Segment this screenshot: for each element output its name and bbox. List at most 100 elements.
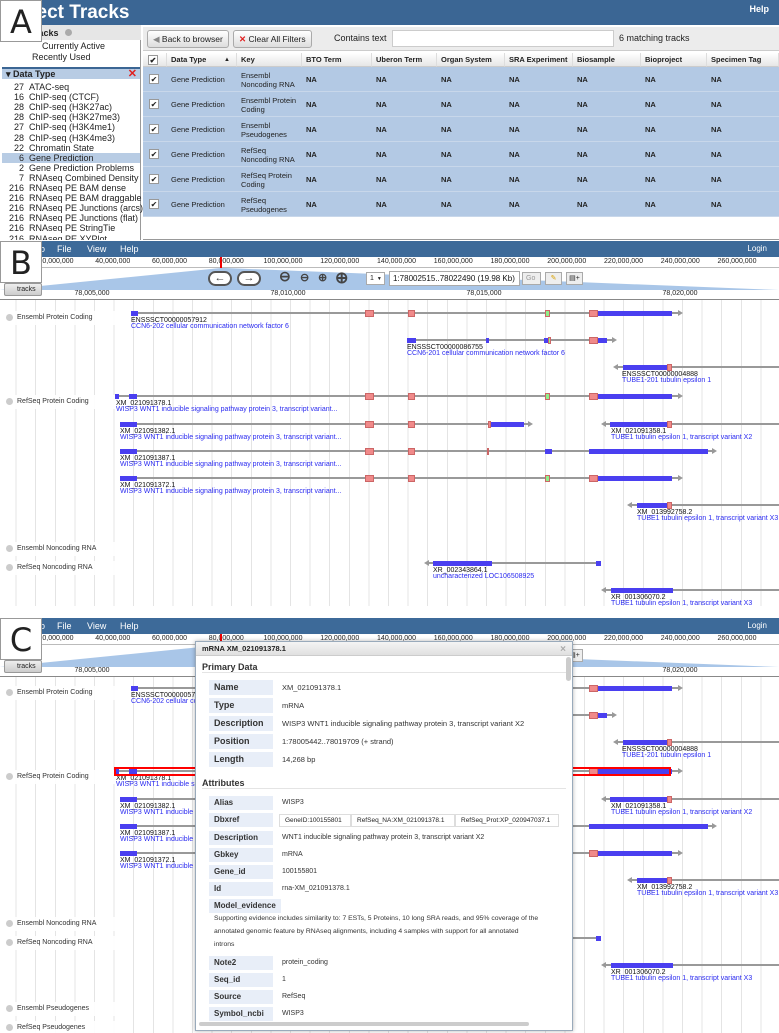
menu-help[interactable]: Help [120,621,139,631]
recently-used-link[interactable]: Recently Used [2,52,140,62]
feature-description[interactable]: TUBE1-201 tubulin epsilon 1 [622,752,711,759]
feature-description[interactable]: TUBE1 tubulin epsilon 1, transcript vari… [611,975,752,982]
track-label-ensembl-pseudogenes[interactable]: Ensembl Pseudogenes [3,1002,119,1016]
sidebar-item-rnaseq-pe-junctions-arcs-[interactable]: 216 RNAseq PE Junctions (arcs) [2,203,143,213]
facet-data-type-header[interactable]: ▾ Data Type ✕ [2,67,140,80]
table-row[interactable]: ✔ Gene Prediction RefSeq Pseudogenes NA NA NA… [143,192,779,217]
track-label-ensembl-protein-coding[interactable]: Ensembl Protein Coding [3,311,123,325]
row-checkbox[interactable]: ✔ [149,99,159,109]
select-all-checkbox[interactable]: ✔ [148,55,158,65]
column-header-organ-system[interactable]: Organ System [437,53,505,67]
back-to-browser-button[interactable]: ◀ Back to browser [147,30,229,48]
feature-description[interactable]: WISP3 WNT1 inducible signaling pathway p… [120,461,341,468]
feature-description[interactable]: WISP3 WNT1 inducible signaling pathway p… [116,406,337,413]
sidebar-item-chip-seq-h3k27ac-[interactable]: 28 ChIP-seq (H3K27ac) [2,102,140,112]
sidebar-item-rnaseq-combined-density[interactable]: 7 RNAseq Combined Density [2,173,140,183]
sidebar-item-rnaseq-pe-bam-dense[interactable]: 216 RNAseq PE BAM dense [2,183,140,193]
dbxref-value[interactable]: RefSeq_NA:XM_021091378.1 [351,814,455,827]
location-input[interactable]: 1:78002515..78022490 (19.98 Kb) [389,271,520,286]
track-label-refseq-noncoding-rna[interactable]: RefSeq Noncoding RNA [3,936,123,950]
menu-file[interactable]: File [57,244,72,254]
clear-filters-button[interactable]: ✕ Clear All Filters [233,30,312,48]
login-link[interactable]: Login [747,621,767,630]
row-checkbox[interactable]: ✔ [149,149,159,159]
close-icon[interactable]: × [560,643,566,657]
table-row[interactable]: ✔ Gene Prediction Ensembl Protein Coding NA… [143,92,779,117]
sort-ascending-icon[interactable]: ▲ [224,53,230,67]
feature-description[interactable]: WISP3 WNT1 inducible signaling pathway p… [120,434,341,441]
sidebar-item-chip-seq-h3k4me3-[interactable]: 28 ChIP-seq (H3K4me3) [2,133,140,143]
row-checkbox[interactable]: ✔ [149,174,159,184]
track-label-ensembl-protein-coding[interactable]: Ensembl Protein Coding [3,686,123,700]
feature-description[interactable]: TUBE1 tubulin epsilon 1, transcript vari… [637,515,778,522]
column-header-biosample[interactable]: Biosample [573,53,641,67]
highlight-icon[interactable]: ✎ [545,272,562,285]
dialog-title-bar[interactable]: mRNA XM_021091378.1 × [196,642,572,656]
sidebar-item-atac-seq[interactable]: 27 ATAC-seq [2,82,140,92]
sidebar-item-chromatin-state[interactable]: 22 Chromatin State [2,143,140,153]
column-header-bto-term[interactable]: BTO Term [302,53,372,67]
zoom-out-small-icon[interactable]: ⊖ [300,271,309,284]
feature-description[interactable]: WISP3 WNT1 inducible signaling pathway p… [120,488,341,495]
horizontal-scrollbar[interactable] [199,1022,529,1026]
zoom-in-small-icon[interactable]: ⊕ [318,271,327,284]
sidebar-item-gene-prediction-problems[interactable]: 2 Gene Prediction Problems [2,163,140,173]
zoom-out-large-icon[interactable]: ⊖ [279,268,291,285]
column-header-uberon-term[interactable]: Uberon Term [372,53,437,67]
pan-left-button[interactable]: ← [208,271,232,286]
menu-view[interactable]: View [87,244,106,254]
feature-description[interactable]: TUBE1 tubulin epsilon 1, transcript vari… [611,434,752,441]
row-checkbox[interactable]: ✔ [149,199,159,209]
sidebar-item-rnaseq-pe-junctions-flat-[interactable]: 216 RNAseq PE Junctions (flat) [2,213,140,223]
track-label-ensembl-noncoding-rna[interactable]: Ensembl Noncoding RNA [3,542,127,556]
detail-ruler[interactable]: 78,005,000 78,010,000 78,015,000 78,020,000 [0,290,779,300]
dbxref-value[interactable]: RefSeq_Prot:XP_020947037.1 [455,814,559,827]
login-link[interactable]: Login [747,244,767,253]
select-all-header[interactable]: ✔ [143,53,167,67]
feature-description[interactable]: CCN6-202 cellular communication network … [131,323,289,330]
menu-view[interactable]: View [87,621,106,631]
sidebar-item-chip-seq-h3k4me1-[interactable]: 27 ChIP-seq (H3K4me1) [2,122,140,132]
overview-ruler[interactable]: 20,000,000 40,000,000 60,000,000 80,000,000… [0,257,779,268]
table-row[interactable]: ✔ Gene Prediction Ensembl Noncoding RNA NA N… [143,67,779,92]
feature-description[interactable]: TUBE1 tubulin epsilon 1, transcript vari… [611,600,752,606]
sidebar-item-rnaseq-pe-bam-draggable[interactable]: 216 RNAseq PE BAM draggable [2,193,142,203]
sidebar-item-chip-seq-h3k27me3-[interactable]: 28 ChIP-seq (H3K27me3) [2,112,140,122]
track-label-refseq-protein-coding[interactable]: RefSeq Protein Coding [3,770,119,784]
feature-description[interactable]: uncharacterized LOC106508925 [433,573,534,580]
table-row[interactable]: ✔ Gene Prediction RefSeq Noncoding RNA NA NA… [143,142,779,167]
sidebar-item-rnaseq-pe-xyplot[interactable]: 216 RNAseq PE XYPlot [2,234,140,241]
sidebar-item-chip-seq-ctcf-[interactable]: 16 ChIP-seq (CTCF) [2,92,140,102]
row-checkbox[interactable]: ✔ [149,124,159,134]
zoom-in-large-icon[interactable]: ⊕ [335,268,348,288]
feature-description[interactable]: TUBE1-201 tubulin epsilon 1 [622,377,711,384]
help-link[interactable]: Help [749,4,769,14]
table-row[interactable]: ✔ Gene Prediction RefSeq Protein Coding NA N… [143,167,779,192]
sidebar-item-rnaseq-pe-stringtie[interactable]: 216 RNAseq PE StringTie [2,223,140,233]
show-tracks-button[interactable]: tracks [4,660,42,673]
contains-text-input[interactable] [392,30,614,47]
track-label-refseq-noncoding-rna[interactable]: RefSeq Noncoding RNA [3,561,123,575]
dbxref-value[interactable]: GeneID:100155801 [279,814,351,827]
vertical-scrollbar[interactable] [566,657,571,681]
menu-file[interactable]: File [57,621,72,631]
feature-description[interactable]: TUBE1 tubulin epsilon 1, transcript vari… [611,809,752,816]
column-header-key[interactable]: Key [237,53,302,67]
sidebar-item-gene-prediction[interactable]: 6 Gene Prediction [2,152,140,163]
track-label-refseq-protein-coding[interactable]: RefSeq Protein Coding [3,395,119,409]
overview-location-marker[interactable] [220,257,222,268]
feature-description[interactable]: CCN6-201 cellular communication network … [407,350,565,357]
reference-sequence-select[interactable]: 1▼ [366,272,385,285]
show-tracks-button[interactable]: tracks [4,283,42,296]
menu-help[interactable]: Help [120,244,139,254]
row-checkbox[interactable]: ✔ [149,74,159,84]
clear-facet-icon[interactable]: ✕ [128,67,137,80]
add-track-icon[interactable]: ▤+ [566,272,583,285]
table-row[interactable]: ✔ Gene Prediction Ensembl Pseudogenes NA NA N… [143,117,779,142]
go-button[interactable]: Go [522,272,541,285]
column-header-data-type[interactable]: Data Type ▲ [167,53,237,67]
feature-description[interactable]: TUBE1 tubulin epsilon 1, transcript vari… [637,890,778,897]
column-header-specimen-tag[interactable]: Specimen Tag [707,53,779,67]
column-header-sra-experiment[interactable]: SRA Experiment [505,53,573,67]
track-label-refseq-pseudogenes[interactable]: RefSeq Pseudogenes [3,1021,116,1033]
